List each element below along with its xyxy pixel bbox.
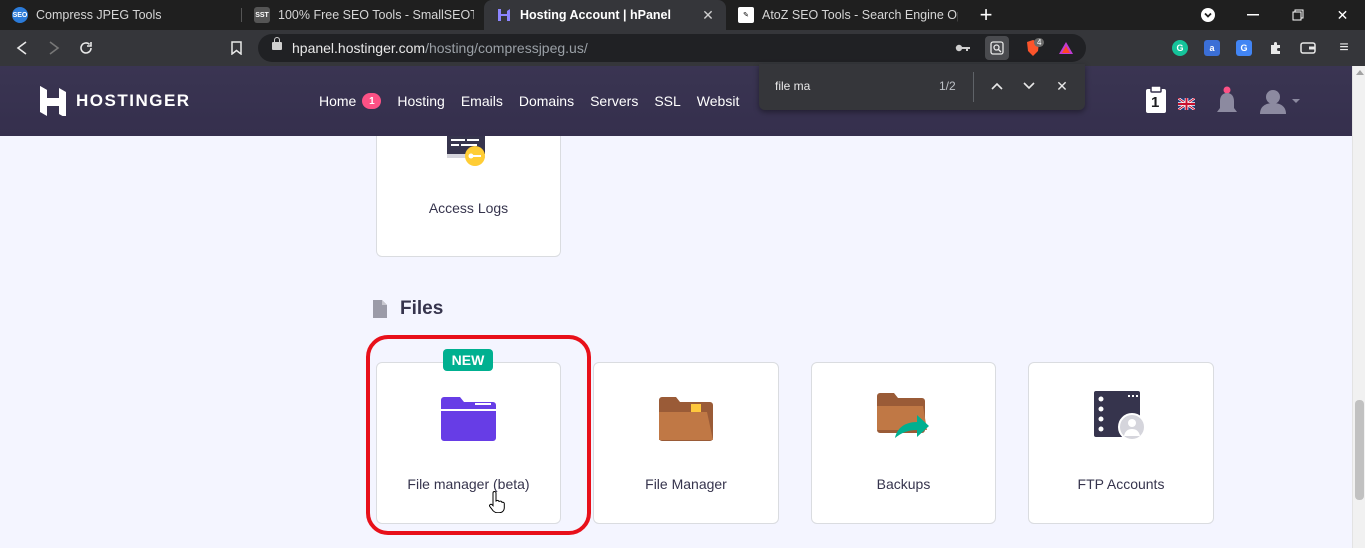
hostinger-logo[interactable]: HOSTINGER xyxy=(40,86,191,116)
brave-shield-icon[interactable]: 4 xyxy=(1024,38,1045,57)
access-logs-icon xyxy=(447,136,485,166)
hostinger-icon xyxy=(496,7,512,23)
file-icon xyxy=(373,300,387,318)
card-label: Backups xyxy=(876,476,931,492)
bookmark-icon[interactable] xyxy=(226,38,246,58)
key-icon[interactable] xyxy=(954,39,972,57)
ftp-server-icon xyxy=(1094,391,1146,441)
close-window-icon[interactable]: ✕ xyxy=(1320,0,1365,30)
tab-title: Hosting Account | hPanel xyxy=(520,8,671,22)
close-tab-icon[interactable]: ✕ xyxy=(700,7,716,24)
nav-emails[interactable]: Emails xyxy=(461,93,503,109)
brave-rewards-icon[interactable] xyxy=(1057,39,1075,57)
hostinger-logo-icon xyxy=(40,86,66,116)
clipboard-icon[interactable]: 1 xyxy=(1145,84,1167,119)
brand-name: HOSTINGER xyxy=(76,91,191,110)
nav-hosting[interactable]: Hosting xyxy=(397,93,444,109)
restore-icon[interactable] xyxy=(1275,0,1320,30)
tab-search-icon[interactable] xyxy=(1185,0,1230,30)
browser-tab-strip: SEO Compress JPEG Tools SST 100% Free SE… xyxy=(0,0,1365,30)
nav-domains[interactable]: Domains xyxy=(519,93,574,109)
wallet-icon[interactable] xyxy=(1300,40,1316,56)
extension-badge: 4 xyxy=(1034,38,1045,47)
backup-folder-icon xyxy=(877,393,929,438)
nav-label: Emails xyxy=(460,93,503,109)
highlight-annotation xyxy=(366,335,591,535)
nav-label: SSL xyxy=(654,93,681,109)
url-text: hpanel.hostinger.com/hosting/compressjpe… xyxy=(292,40,588,56)
main-nav: Home 1 Hosting Emails Domains Servers SS… xyxy=(319,93,755,109)
browser-tab[interactable]: ✎ AtoZ SEO Tools - Search Engine Optim xyxy=(726,0,968,30)
uk-flag-icon[interactable] xyxy=(1177,96,1196,115)
new-tab-icon[interactable]: + xyxy=(972,0,1000,30)
clipboard-count: 1 xyxy=(1151,94,1160,111)
grammarly-icon[interactable]: G xyxy=(1172,40,1188,56)
card-label: File Manager xyxy=(645,476,727,492)
find-in-page-icon[interactable] xyxy=(985,36,1009,60)
find-match-count: 1/2 xyxy=(939,79,956,93)
notification-badge: 1 xyxy=(362,93,382,109)
nav-label: Home xyxy=(319,93,357,109)
forward-icon[interactable] xyxy=(44,38,64,58)
find-previous-icon[interactable] xyxy=(986,75,1008,97)
files-section-title: Files xyxy=(372,298,443,320)
bell-icon[interactable] xyxy=(1215,86,1239,123)
nav-websites[interactable]: Websit xyxy=(697,93,740,109)
seo-icon: SEO xyxy=(12,7,28,23)
find-next-icon[interactable] xyxy=(1018,75,1040,97)
nav-home[interactable]: Home 1 xyxy=(319,93,382,109)
menu-icon[interactable]: ≡ xyxy=(1336,39,1352,56)
ftp-accounts-card[interactable]: FTP Accounts xyxy=(1028,362,1214,524)
card-label: FTP Accounts xyxy=(1077,476,1165,492)
backups-card[interactable]: Backups xyxy=(811,362,996,524)
nav-ssl[interactable]: SSL xyxy=(654,93,680,109)
translate-ext-icon[interactable]: a xyxy=(1204,40,1220,56)
find-input[interactable]: file ma xyxy=(775,79,810,93)
scroll-up-icon[interactable] xyxy=(1356,70,1364,75)
browser-tab-active[interactable]: Hosting Account | hPanel ✕ xyxy=(484,0,726,30)
tab-title: AtoZ SEO Tools - Search Engine Optim xyxy=(762,8,958,22)
file-manager-card[interactable]: File Manager xyxy=(593,362,779,524)
nav-label: Websit xyxy=(696,93,740,109)
tab-title: 100% Free SEO Tools - SmallSEOTools xyxy=(278,8,474,22)
browser-tab[interactable]: SST 100% Free SEO Tools - SmallSEOTools xyxy=(242,0,484,30)
find-close-icon[interactable]: ✕ xyxy=(1051,75,1073,97)
page-scrollbar[interactable] xyxy=(1352,66,1365,548)
extensions-puzzle-icon[interactable] xyxy=(1268,40,1284,56)
nav-label: Domains xyxy=(518,93,575,109)
atoz-icon: ✎ xyxy=(738,7,754,23)
find-bar: file ma 1/2 ✕ xyxy=(759,64,1085,110)
nav-servers[interactable]: Servers xyxy=(590,93,638,109)
hostinger-header: HOSTINGER Home 1 Hosting Emails Domains … xyxy=(0,66,1352,136)
page-content: Access Logs Files File manager (beta) Fi… xyxy=(0,136,1352,548)
google-translate-icon[interactable]: G xyxy=(1236,40,1252,56)
brown-folder-icon xyxy=(659,397,713,441)
browser-tab[interactable]: SEO Compress JPEG Tools xyxy=(0,0,242,30)
lock-icon xyxy=(272,37,282,50)
section-title-text: Files xyxy=(400,298,444,319)
card-label: Access Logs xyxy=(428,200,509,216)
address-bar[interactable]: hpanel.hostinger.com/hosting/compressjpe… xyxy=(258,34,1086,62)
find-divider xyxy=(973,72,974,102)
sst-icon: SST xyxy=(254,7,270,23)
nav-label: Hosting xyxy=(397,93,445,109)
minimize-icon[interactable] xyxy=(1230,0,1275,30)
tab-title: Compress JPEG Tools xyxy=(36,8,162,22)
nav-label: Servers xyxy=(590,93,639,109)
back-icon[interactable] xyxy=(12,38,32,58)
browser-toolbar: hpanel.hostinger.com/hosting/compressjpe… xyxy=(0,30,1365,66)
access-logs-card[interactable]: Access Logs xyxy=(376,136,561,257)
user-avatar-icon[interactable] xyxy=(1260,88,1304,121)
reload-icon[interactable] xyxy=(76,38,96,58)
scrollbar-thumb[interactable] xyxy=(1355,400,1364,500)
